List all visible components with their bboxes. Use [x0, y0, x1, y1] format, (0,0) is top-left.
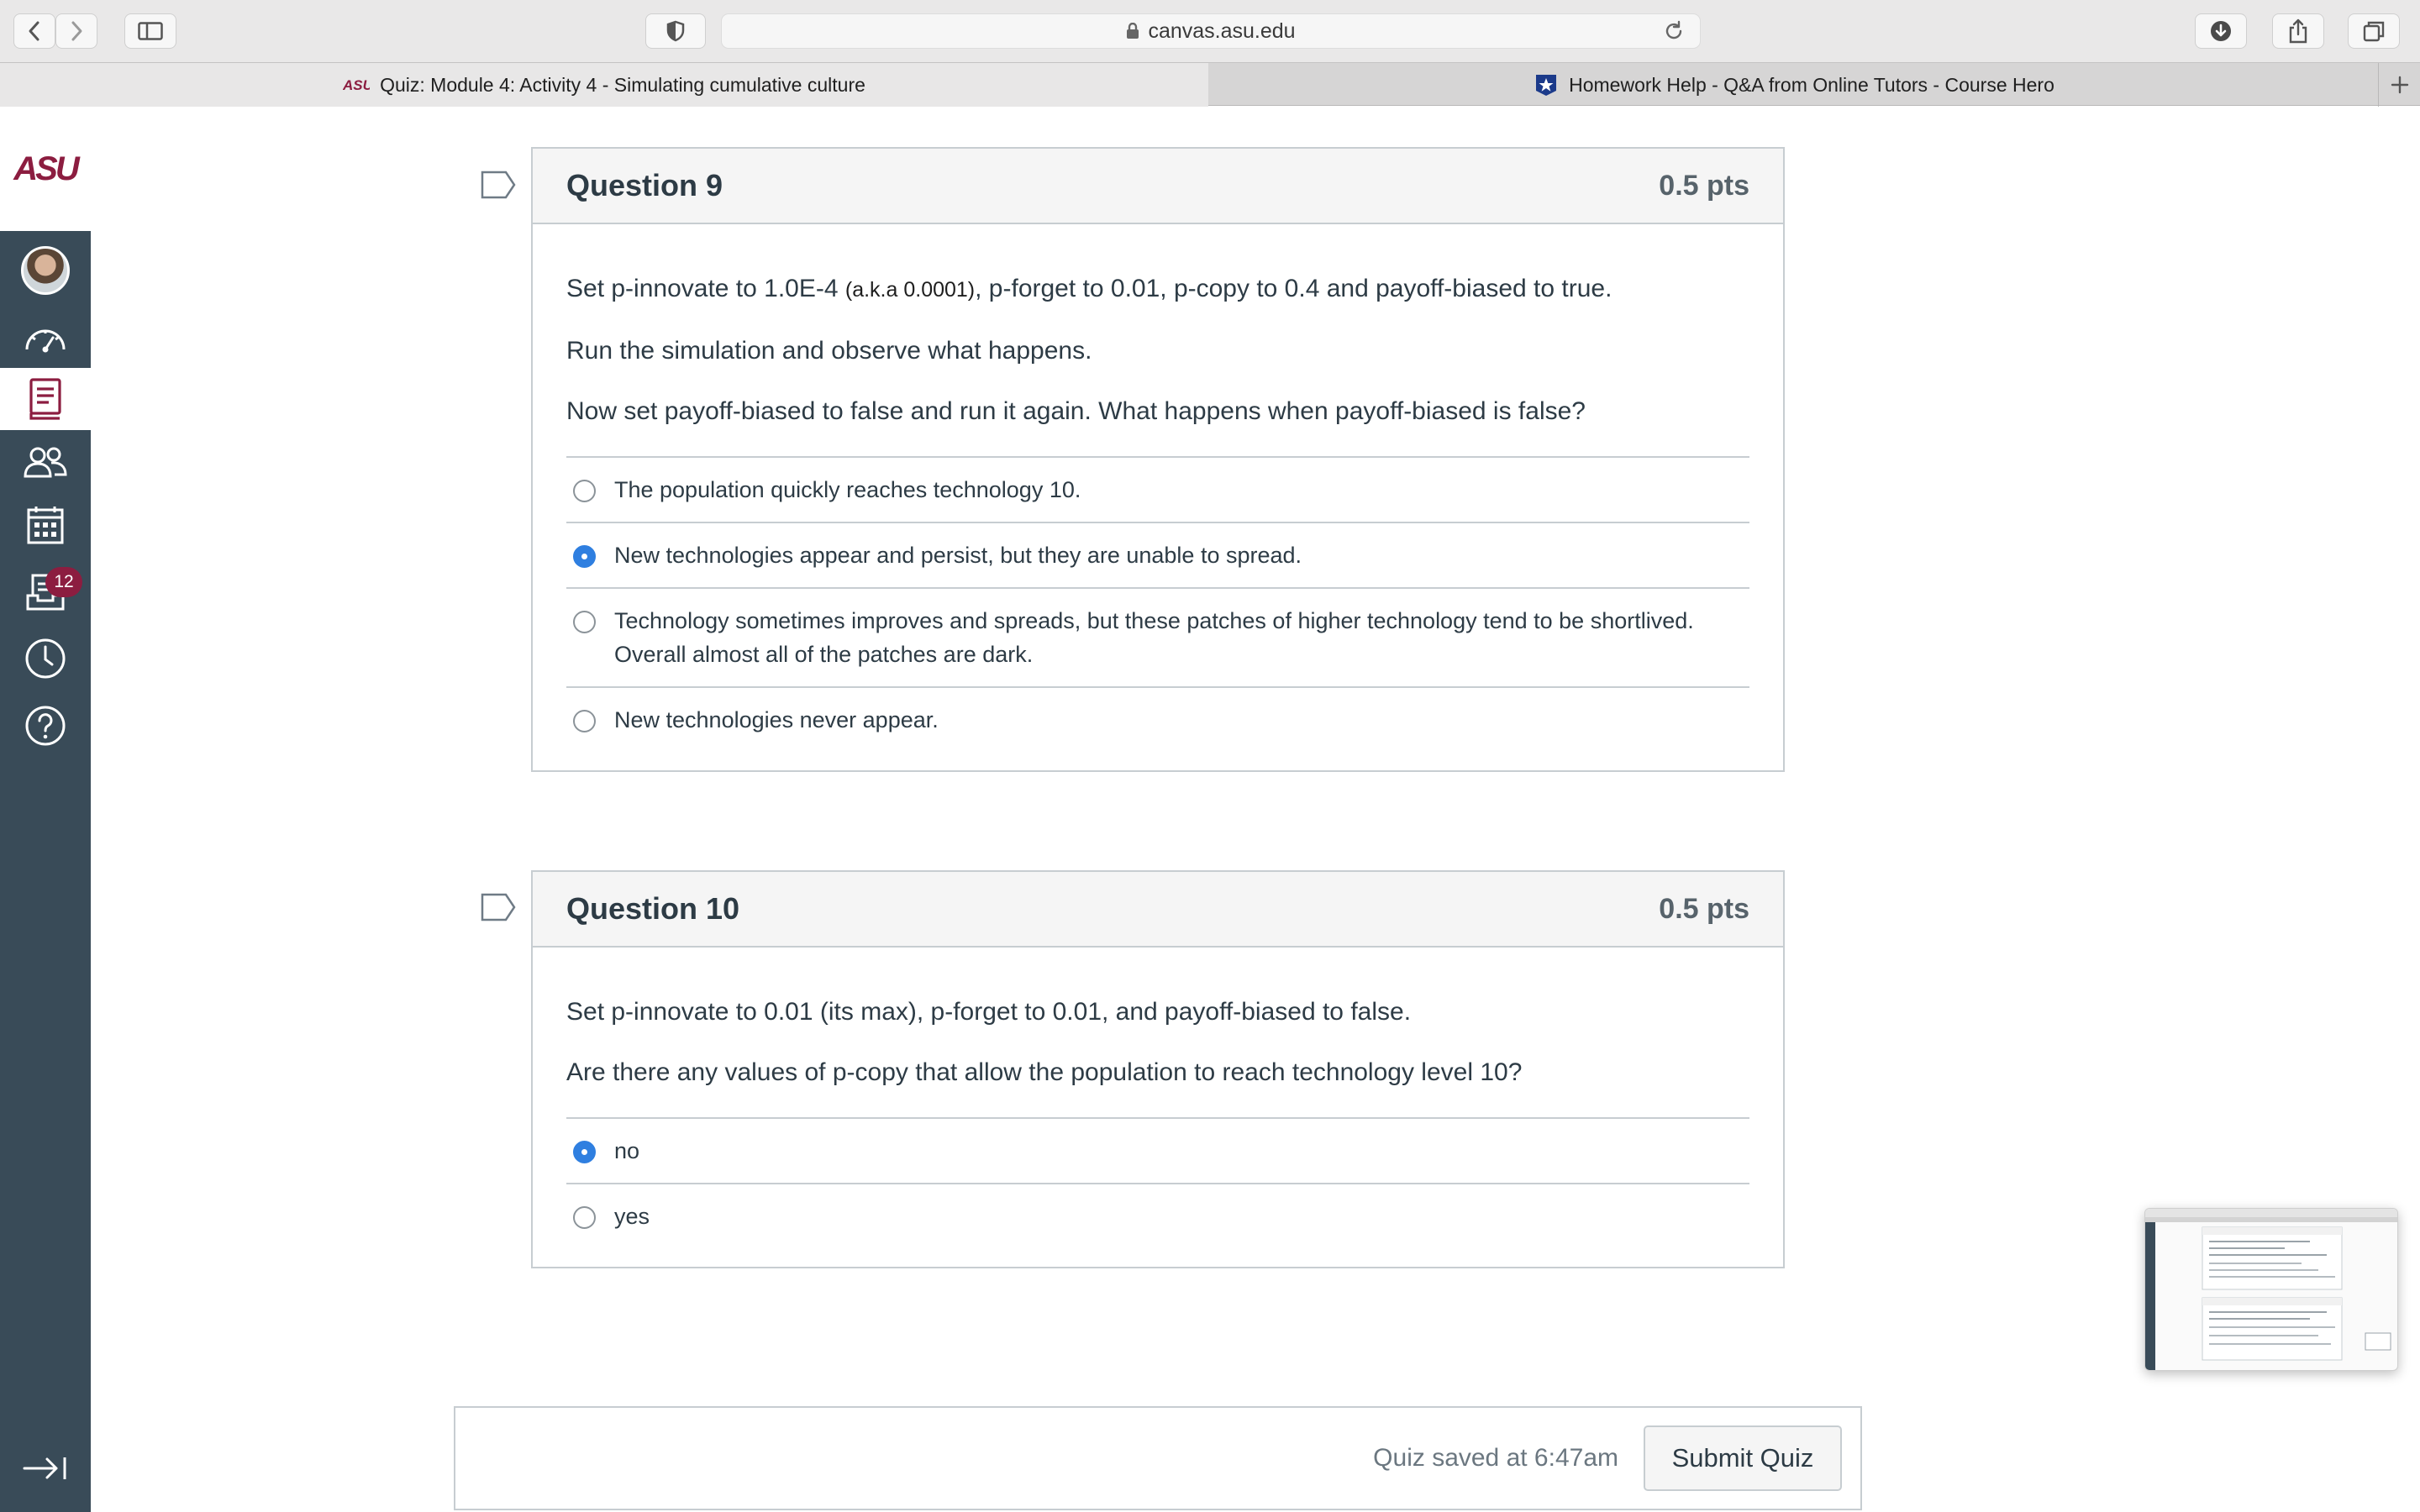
- answer-option[interactable]: Technology sometimes improves and spread…: [566, 589, 1749, 688]
- submit-quiz-button[interactable]: Submit Quiz: [1644, 1425, 1842, 1491]
- chevron-left-icon: [29, 21, 39, 41]
- quiz-submit-bar: Quiz saved at 6:47am Submit Quiz: [454, 1406, 1862, 1510]
- tab-course-hero[interactable]: Homework Help - Q&A from Online Tutors -…: [1210, 63, 2378, 107]
- sidebar-toggle-button[interactable]: [124, 13, 176, 49]
- lock-icon: [1126, 23, 1139, 39]
- nav-history[interactable]: [0, 627, 91, 690]
- avatar: [21, 246, 70, 295]
- answer-option[interactable]: New technologies never appear.: [566, 688, 1749, 770]
- share-icon: [2289, 18, 2307, 44]
- screenshot-preview-icon: [2145, 1209, 2397, 1370]
- question-paragraph: Set p-innovate to 1.0E-4 (a.k.a 0.0001),…: [566, 275, 1612, 302]
- inbox-badge: 12: [45, 567, 82, 597]
- question-paragraph: Set p-innovate to 0.01 (its max), p-forg…: [566, 998, 1412, 1026]
- chevron-right-icon: [71, 21, 82, 41]
- bookmark-flag-icon: [481, 893, 516, 921]
- radio-button[interactable]: [573, 480, 596, 502]
- tab-label: Quiz: Module 4: Activity 4 - Simulating …: [380, 73, 865, 96]
- downloads-button[interactable]: [2195, 13, 2247, 49]
- question-paragraph: Run the simulation and observe what happ…: [566, 337, 1092, 365]
- answer-option[interactable]: The population quickly reaches technolog…: [566, 458, 1749, 523]
- question-paragraph: Are there any values of p-copy that allo…: [566, 1058, 1523, 1086]
- browser-toolbar: canvas.asu.edu: [0, 0, 2420, 62]
- share-button[interactable]: [2272, 13, 2324, 49]
- back-button[interactable]: [13, 13, 55, 49]
- question-title: Question 10: [566, 891, 740, 926]
- question-title: Question 9: [566, 168, 723, 202]
- question-body: Set p-innovate to 0.01 (its max), p-forg…: [533, 948, 1783, 1267]
- question-header: Question 9 0.5 pts: [533, 149, 1783, 224]
- answer-label: New technologies never appear.: [614, 707, 939, 732]
- tab-overview-button[interactable]: [2348, 13, 2400, 49]
- plus-icon: [2391, 76, 2408, 94]
- reload-icon[interactable]: [1663, 20, 1685, 48]
- tabs-icon: [2363, 21, 2385, 42]
- question-points: 0.5 pts: [1659, 892, 1749, 925]
- answer-list: The population quickly reaches technolog…: [566, 456, 1749, 770]
- answer-label: New technologies appear and persist, but…: [614, 543, 1302, 568]
- shield-icon: [666, 20, 685, 42]
- answer-option[interactable]: no: [566, 1119, 1749, 1184]
- logo-text: ASU: [13, 150, 79, 187]
- course-hero-favicon-icon: [1534, 72, 1559, 97]
- answer-label: yes: [614, 1204, 650, 1229]
- screenshot-thumbnail[interactable]: [2144, 1208, 2398, 1371]
- quiz-saved-status: Quiz saved at 6:47am: [1373, 1444, 1618, 1472]
- new-tab-button[interactable]: [2378, 63, 2420, 107]
- bookmark-flag-icon: [481, 171, 516, 199]
- tab-label: Homework Help - Q&A from Online Tutors -…: [1569, 73, 2054, 96]
- asu-favicon-icon: ASU: [343, 76, 370, 93]
- forward-button[interactable]: [55, 13, 97, 49]
- speedometer-icon: [25, 329, 66, 353]
- radio-button[interactable]: [573, 710, 596, 732]
- help-icon: [25, 706, 66, 746]
- radio-button[interactable]: [573, 611, 596, 633]
- radio-button-selected[interactable]: [573, 545, 596, 568]
- question-points: 0.5 pts: [1659, 169, 1749, 202]
- question-text: Set p-innovate to 1.0E-4 (a.k.a 0.0001),…: [566, 273, 1749, 427]
- radio-button[interactable]: [573, 1206, 596, 1229]
- url-text: canvas.asu.edu: [1148, 18, 1296, 43]
- question-body: Set p-innovate to 1.0E-4 (a.k.a 0.0001),…: [533, 224, 1783, 770]
- nav-calendar[interactable]: [0, 494, 91, 556]
- collapse-arrow-icon: [23, 1457, 66, 1479]
- clock-icon: [25, 638, 66, 679]
- nav-groups[interactable]: [0, 431, 91, 493]
- question-10: Question 10 0.5 pts Set p-innovate to 0.…: [531, 870, 1785, 1268]
- global-nav: ASU 12: [0, 107, 91, 1512]
- nav-courses[interactable]: [0, 368, 91, 430]
- question-paragraph: Now set payoff-biased to false and run i…: [566, 397, 1586, 425]
- collapse-nav-button[interactable]: [0, 1437, 91, 1499]
- tab-quiz[interactable]: ASU Quiz: Module 4: Activity 4 - Simulat…: [0, 63, 1208, 107]
- download-icon: [2211, 21, 2231, 41]
- book-icon: [29, 378, 61, 420]
- privacy-shield-button[interactable]: [645, 13, 706, 49]
- address-bar[interactable]: canvas.asu.edu: [721, 13, 1701, 49]
- answer-option[interactable]: yes: [566, 1184, 1749, 1267]
- question-text: Set p-innovate to 0.01 (its max), p-forg…: [566, 996, 1749, 1088]
- asu-logo[interactable]: ASU: [0, 107, 91, 231]
- sidebar-icon: [138, 22, 163, 40]
- nav-dashboard[interactable]: [0, 307, 91, 369]
- svg-text:ASU: ASU: [343, 77, 370, 93]
- flag-question-10-button[interactable]: [481, 893, 516, 926]
- tab-bar: ASU Quiz: Module 4: Activity 4 - Simulat…: [0, 62, 2420, 107]
- people-icon: [24, 447, 67, 478]
- question-9: Question 9 0.5 pts Set p-innovate to 1.0…: [531, 147, 1785, 772]
- flag-question-9-button[interactable]: [481, 171, 516, 203]
- answer-label: The population quickly reaches technolog…: [614, 477, 1081, 502]
- nav-inbox[interactable]: 12: [0, 560, 91, 622]
- answer-option[interactable]: New technologies appear and persist, but…: [566, 523, 1749, 589]
- question-header: Question 10 0.5 pts: [533, 872, 1783, 948]
- calendar-icon: [27, 507, 64, 544]
- radio-button-selected[interactable]: [573, 1141, 596, 1163]
- nav-account[interactable]: [0, 239, 91, 302]
- answer-label: Technology sometimes improves and spread…: [614, 608, 1694, 667]
- answer-list: no yes: [566, 1117, 1749, 1267]
- answer-label: no: [614, 1138, 640, 1163]
- nav-help[interactable]: [0, 695, 91, 757]
